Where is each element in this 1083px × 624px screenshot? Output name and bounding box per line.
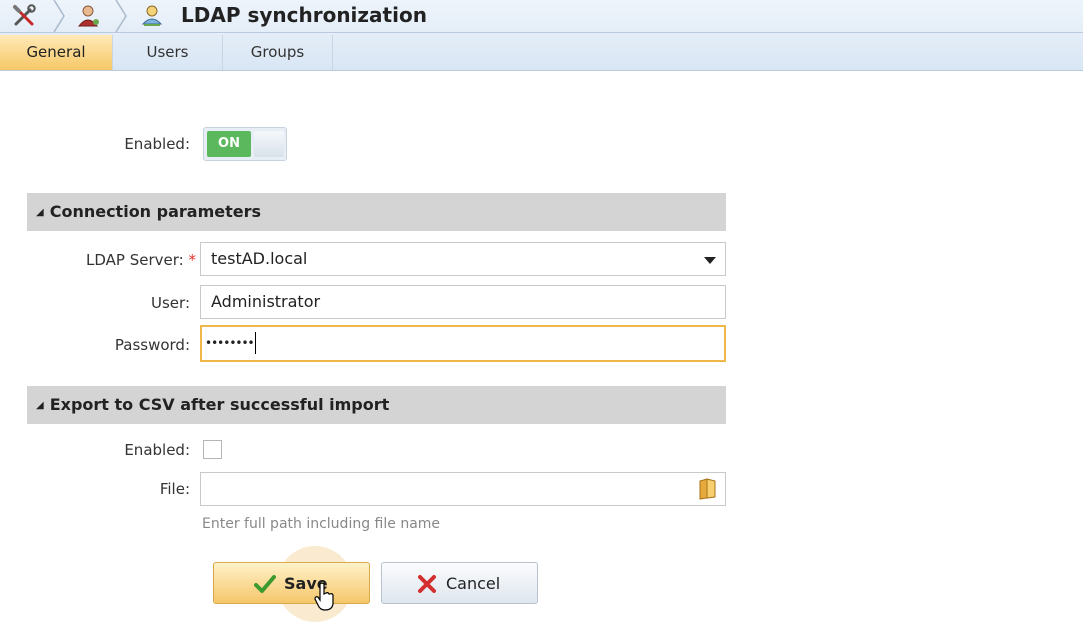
collapse-triangle-icon: ◢ [36, 399, 44, 411]
breadcrumb-separator [53, 0, 65, 32]
user-input-value: Administrator [211, 292, 321, 311]
toggle-on-label: ON [207, 131, 251, 157]
check-icon [254, 575, 276, 593]
password-input[interactable]: •••••••• [200, 325, 726, 362]
header-bar: LDAP synchronization General Users Group… [0, 0, 1083, 71]
export-section-title: Export to CSV after successful import [49, 395, 390, 414]
tab-bar: General Users Groups [0, 35, 1083, 70]
ldap-server-label-text: LDAP Server: [86, 251, 184, 269]
user-input[interactable]: Administrator [200, 285, 726, 319]
connection-section-header[interactable]: ◢ Connection parameters [27, 193, 726, 231]
password-mask: •••••••• [205, 336, 255, 350]
cancel-button-label: Cancel [446, 574, 501, 593]
ldap-server-value: testAD.local [211, 249, 308, 268]
file-label: File: [159, 480, 190, 498]
close-icon [418, 575, 436, 593]
file-input[interactable] [200, 472, 726, 506]
required-asterisk: * [188, 251, 197, 269]
user-label: User: [151, 294, 190, 312]
chevron-down-icon[interactable] [704, 257, 716, 264]
breadcrumb-separator [115, 0, 127, 32]
export-enabled-label: Enabled: [124, 441, 190, 459]
tab-general[interactable]: General [0, 35, 113, 70]
enabled-label: Enabled: [124, 135, 190, 153]
tab-users[interactable]: Users [113, 35, 223, 70]
tab-groups[interactable]: Groups [223, 35, 333, 70]
connection-section-title: Connection parameters [49, 202, 262, 221]
file-hint: Enter full path including file name [202, 516, 441, 532]
user-settings-icon[interactable] [76, 4, 102, 28]
export-enabled-checkbox[interactable] [203, 440, 222, 459]
ldap-server-select[interactable]: testAD.local [200, 242, 726, 276]
user-sync-icon [141, 5, 163, 26]
cancel-button[interactable]: Cancel [381, 562, 538, 604]
enabled-toggle[interactable]: ON [203, 127, 287, 161]
hand-cursor-icon [314, 582, 334, 611]
text-caret [254, 331, 256, 354]
breadcrumb: LDAP synchronization [0, 0, 1083, 33]
password-label: Password: [114, 336, 190, 354]
page-title: LDAP synchronization [181, 3, 427, 27]
toggle-knob [254, 131, 284, 157]
tools-icon[interactable] [12, 4, 38, 28]
collapse-triangle-icon: ◢ [36, 206, 44, 218]
save-button[interactable]: Save [213, 562, 370, 604]
ldap-server-label: LDAP Server: * [20, 251, 196, 269]
export-section-header[interactable]: ◢ Export to CSV after successful import [27, 386, 726, 424]
folder-icon[interactable] [698, 478, 718, 500]
